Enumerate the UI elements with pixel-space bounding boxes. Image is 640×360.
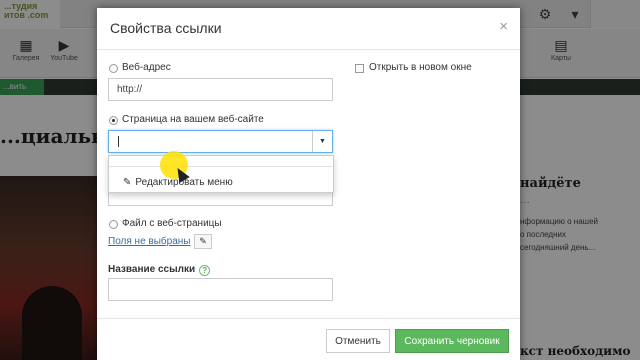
cancel-button[interactable]: Отменить <box>326 329 390 353</box>
save-draft-button[interactable]: Сохранить черновик <box>395 329 509 353</box>
file-label: Файл с веб-страницы <box>122 218 222 229</box>
web-address-input[interactable]: http:// <box>108 78 333 101</box>
help-icon[interactable]: ? <box>199 265 211 276</box>
site-page-dropdown: ✎ Редактировать меню <box>108 155 334 193</box>
new-window-checkbox[interactable] <box>355 64 364 73</box>
dialog-header: Свойства ссылки × <box>97 8 520 50</box>
web-address-label: Веб-адрес <box>122 62 171 73</box>
edit-files-button[interactable]: ✎ <box>194 234 212 249</box>
link-name-input[interactable] <box>108 278 333 301</box>
radio-web-address[interactable] <box>109 64 118 73</box>
chevron-down-icon[interactable]: ▼ <box>312 131 332 152</box>
new-window-label: Открыть в новом окне <box>369 62 472 73</box>
close-icon[interactable]: × <box>499 18 508 35</box>
dialog-footer: Отменить Сохранить черновик <box>97 318 520 360</box>
pencil-icon: ✎ <box>199 236 207 246</box>
radio-file[interactable] <box>109 220 118 229</box>
dropdown-divider <box>109 166 333 167</box>
dialog-title: Свойства ссылки <box>110 20 222 36</box>
link-name-label: Название ссылки? <box>108 264 211 276</box>
text-caret <box>118 136 119 147</box>
radio-site-page[interactable] <box>109 116 118 125</box>
pencil-icon: ✎ <box>123 177 132 188</box>
site-page-label: Страница на вашем веб-сайте <box>122 114 264 125</box>
site-page-select[interactable]: ▼ <box>108 130 333 153</box>
no-files-link[interactable]: Поля не выбраны <box>108 236 190 247</box>
